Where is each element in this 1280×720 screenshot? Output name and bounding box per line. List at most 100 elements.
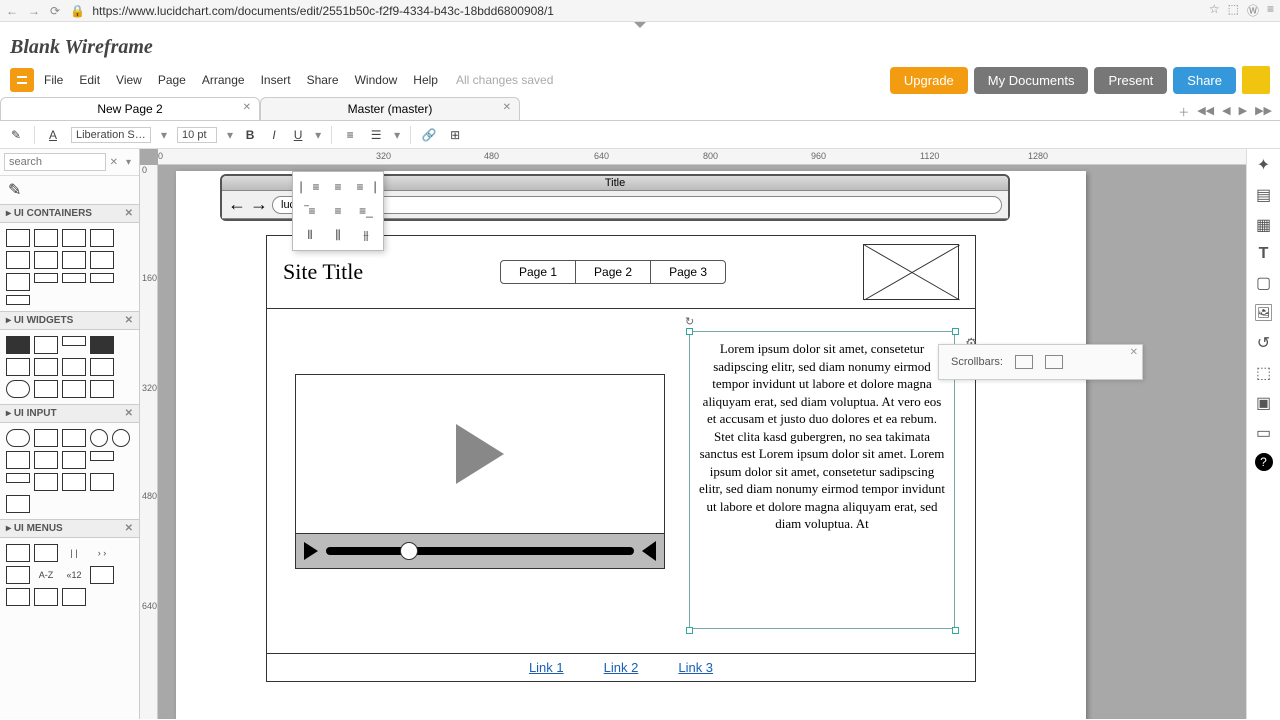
selection-handle[interactable] bbox=[686, 627, 693, 634]
close-icon[interactable]: ✕ bbox=[1130, 347, 1138, 358]
shape[interactable] bbox=[90, 229, 114, 247]
forward-icon[interactable]: → bbox=[28, 4, 40, 18]
shape[interactable] bbox=[34, 544, 58, 562]
shape[interactable] bbox=[6, 495, 30, 513]
tab-new-page-2[interactable]: New Page 2 ✕ bbox=[0, 97, 260, 120]
shape[interactable] bbox=[6, 273, 30, 291]
rotate-icon[interactable]: ↻ bbox=[685, 315, 694, 328]
canvas[interactable]: 0 320 480 640 800 960 1120 1280 0 160 32… bbox=[140, 149, 1246, 719]
app-logo[interactable] bbox=[10, 68, 34, 92]
address-bar[interactable]: 🔒 https://www.lucidchart.com/documents/e… bbox=[70, 4, 1199, 18]
shape[interactable] bbox=[6, 588, 30, 606]
underline-button[interactable]: U bbox=[291, 128, 305, 142]
user-avatar[interactable] bbox=[1242, 66, 1270, 94]
comments-icon[interactable]: ▦ bbox=[1256, 215, 1271, 235]
shape[interactable] bbox=[62, 251, 86, 269]
shape[interactable] bbox=[6, 229, 30, 247]
prev-page-icon[interactable]: ◀ bbox=[1222, 104, 1230, 120]
bold-button[interactable]: B bbox=[243, 128, 257, 142]
profile-icon[interactable]: Ⓦ bbox=[1247, 2, 1259, 19]
shape[interactable] bbox=[6, 429, 30, 447]
mock-page-frame[interactable]: Site Title Page 1 Page 2 Page 3 bbox=[266, 235, 976, 682]
tab-close-icon[interactable]: ✕ bbox=[503, 102, 511, 113]
align-top-icon[interactable]: ‾≡ bbox=[299, 202, 321, 220]
shape[interactable] bbox=[34, 336, 58, 354]
paint-icon[interactable]: ✎ bbox=[8, 128, 24, 142]
shape[interactable] bbox=[6, 295, 30, 305]
menu-icon[interactable]: ≡ bbox=[1267, 2, 1274, 19]
shape[interactable]: «12 bbox=[62, 566, 86, 584]
shape[interactable] bbox=[34, 588, 58, 606]
menu-view[interactable]: View bbox=[116, 73, 142, 87]
shape[interactable] bbox=[62, 451, 86, 469]
help-icon[interactable]: ? bbox=[1255, 453, 1273, 471]
shape[interactable] bbox=[34, 380, 58, 398]
add-field-icon[interactable]: ⊞ bbox=[447, 128, 463, 142]
shape[interactable] bbox=[6, 358, 30, 376]
shape[interactable]: › › bbox=[90, 544, 114, 562]
font-select[interactable]: Liberation S… bbox=[71, 127, 151, 143]
shape[interactable] bbox=[90, 451, 114, 461]
share-button[interactable]: Share bbox=[1173, 67, 1236, 94]
menu-window[interactable]: Window bbox=[355, 73, 398, 87]
menu-file[interactable]: File bbox=[44, 73, 63, 87]
shape[interactable] bbox=[62, 273, 86, 283]
shape[interactable] bbox=[62, 229, 86, 247]
link-icon[interactable]: 🔗 bbox=[421, 128, 437, 142]
panel-ui-input[interactable]: ▸ UI INPUT✕ bbox=[0, 404, 139, 423]
shape[interactable] bbox=[6, 251, 30, 269]
selection-handle[interactable] bbox=[952, 627, 959, 634]
layers-icon[interactable]: ▤ bbox=[1256, 185, 1271, 205]
shape[interactable] bbox=[6, 336, 30, 354]
mydocs-button[interactable]: My Documents bbox=[974, 67, 1089, 94]
present-icon[interactable]: ▭ bbox=[1256, 423, 1271, 443]
dist-h-icon[interactable]: ⫴ bbox=[299, 226, 321, 244]
italic-button[interactable]: I bbox=[267, 128, 281, 142]
shape[interactable] bbox=[6, 544, 30, 562]
ext-icon[interactable]: ⬚ bbox=[1228, 2, 1239, 19]
shape[interactable] bbox=[34, 358, 58, 376]
shape[interactable] bbox=[90, 251, 114, 269]
shape[interactable] bbox=[62, 380, 86, 398]
text-tool-icon[interactable]: T bbox=[1259, 245, 1269, 263]
shape[interactable] bbox=[34, 473, 58, 491]
panel-ui-menus[interactable]: ▸ UI MENUS✕ bbox=[0, 519, 139, 538]
shape[interactable] bbox=[34, 229, 58, 247]
shape[interactable] bbox=[90, 336, 114, 354]
shape[interactable] bbox=[62, 358, 86, 376]
back-icon[interactable]: ← bbox=[6, 4, 18, 18]
align-left-icon[interactable]: ⎸≡ bbox=[299, 178, 321, 196]
font-size[interactable]: 10 pt bbox=[177, 127, 217, 143]
star-icon[interactable]: ☆ bbox=[1209, 2, 1220, 19]
master-icon[interactable]: ▣ bbox=[1256, 393, 1271, 413]
list-icon[interactable]: ☰ bbox=[368, 128, 384, 142]
reload-icon[interactable]: ⟳ bbox=[50, 4, 60, 18]
shape[interactable] bbox=[90, 473, 114, 491]
shape[interactable] bbox=[62, 336, 86, 346]
dist-icon[interactable]: ⫵ bbox=[355, 226, 377, 244]
shape[interactable] bbox=[34, 273, 58, 283]
search-input[interactable] bbox=[4, 153, 106, 171]
scrollbar-opt-h[interactable] bbox=[1045, 355, 1063, 369]
shape[interactable] bbox=[6, 473, 30, 483]
shape[interactable] bbox=[90, 273, 114, 283]
shape[interactable] bbox=[6, 380, 30, 398]
shape[interactable] bbox=[6, 451, 30, 469]
shape[interactable] bbox=[62, 473, 86, 491]
next-page-icon[interactable]: ▶ bbox=[1239, 104, 1247, 120]
document-title[interactable]: Blank Wireframe bbox=[0, 30, 1280, 65]
align-middle-icon[interactable]: ≡ bbox=[327, 202, 349, 220]
panel-ui-containers[interactable]: ▸ UI CONTAINERS✕ bbox=[0, 204, 139, 223]
panel-ui-widgets[interactable]: ▸ UI WIDGETS✕ bbox=[0, 311, 139, 330]
layers2-icon[interactable]: ⬚ bbox=[1256, 363, 1271, 383]
tab-close-icon[interactable]: ✕ bbox=[243, 102, 251, 113]
dist-v-icon[interactable]: ⫼ bbox=[327, 226, 349, 244]
first-page-icon[interactable]: ◀◀ bbox=[1197, 104, 1214, 120]
shape[interactable] bbox=[90, 429, 108, 447]
menu-help[interactable]: Help bbox=[413, 73, 438, 87]
search-dropdown-icon[interactable]: ▾ bbox=[122, 157, 135, 168]
selection-handle[interactable] bbox=[952, 328, 959, 335]
shape[interactable]: | | bbox=[62, 544, 86, 562]
scrollbar-opt-v[interactable] bbox=[1015, 355, 1033, 369]
shape[interactable]: A-Z bbox=[34, 566, 58, 584]
